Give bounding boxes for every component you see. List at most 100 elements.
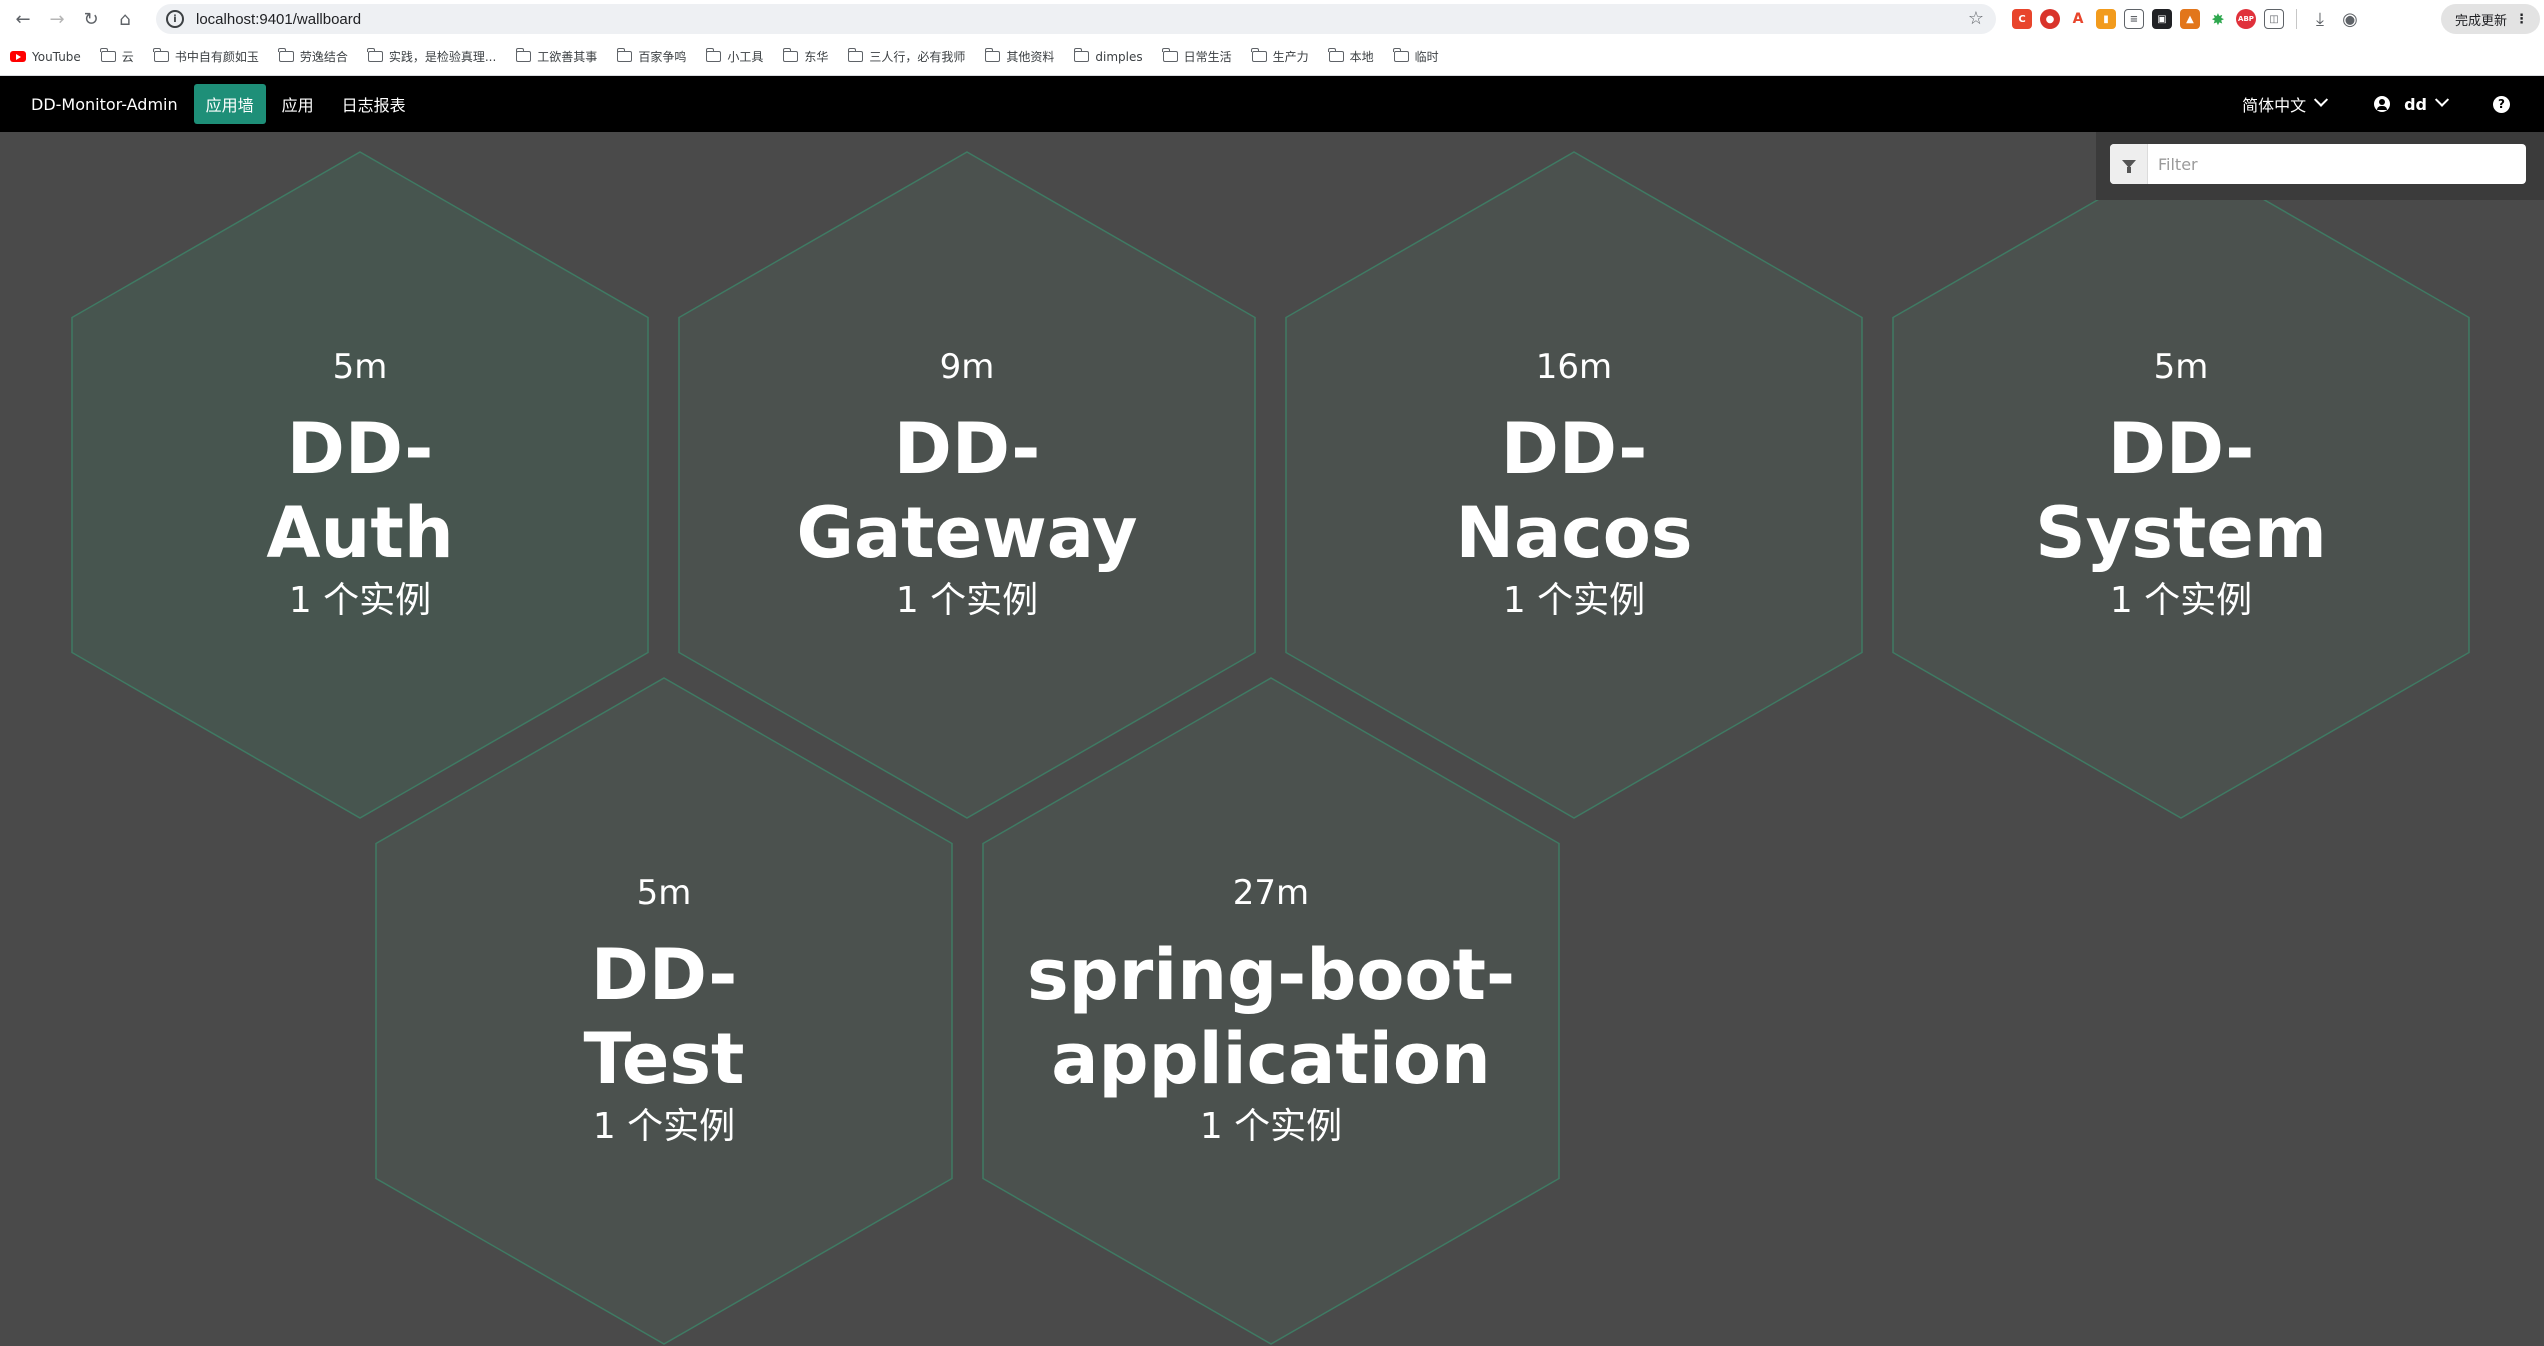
bookmark-item[interactable]: 实践，是检验真理... [367,48,497,65]
extension-black-icon[interactable]: ▣ [2152,9,2172,29]
extension-orange-icon[interactable]: ▮ [2096,9,2116,29]
profile-avatar-icon[interactable]: ◉ [2339,9,2361,30]
hexagon-content: 27m spring-boot-application 1 个实例 [981,676,1561,1346]
extension-outline-icon[interactable]: ≡ [2124,9,2144,29]
bookmark-label: 书中自有颜如玉 [174,50,259,64]
bookmark-label: YouTube [32,49,81,64]
bookmark-label: 劳逸结合 [299,50,348,64]
bookmark-item[interactable]: 云 [100,48,134,65]
app-name-line1: DD- [286,408,434,490]
bookmark-label: 云 [121,50,134,64]
app-name-line1: DD- [2107,408,2255,490]
bookmark-item[interactable]: 生产力 [1251,48,1309,65]
bookmark-star-icon[interactable]: ☆ [1968,8,1984,29]
bookmark-label: dimples [1095,49,1143,64]
bookmark-label: 临时 [1414,50,1439,64]
bookmark-item[interactable]: 百家争鸣 [616,48,686,65]
adblock-icon[interactable]: ABP [2236,9,2256,29]
app-instance-count: 1 个实例 [895,580,1039,621]
app-name-line2: Nacos [1455,492,1693,574]
user-circle-icon [2374,96,2391,112]
application-hexagon[interactable]: 5m DD- System 1 个实例 [1891,150,2471,820]
bookmark-item[interactable]: 工欲善其事 [515,48,598,65]
toolbar-separator [2296,9,2297,29]
nav-wallboard[interactable]: 应用墙 [193,84,266,124]
bookmark-item[interactable]: 临时 [1393,48,1439,65]
folder-icon [515,48,532,62]
filter-box [2110,144,2526,184]
bookmark-item[interactable]: 小工具 [705,48,763,65]
user-menu[interactable]: dd [2374,92,2450,114]
bookmark-item[interactable]: 本地 [1328,48,1374,65]
update-button-label: 完成更新 [2454,13,2507,29]
update-button[interactable]: 完成更新 ⋮ [2440,4,2540,34]
bookmark-label: 三人行，必有我师 [869,50,966,64]
extension-bug-icon[interactable]: ✸ [2208,9,2228,29]
bookmark-item[interactable]: 日常生活 [1162,48,1232,65]
bookmark-label: 实践，是检验真理... [388,50,497,64]
wallboard: 5m DD- Auth 1 个实例 9m DD- Gateway 1 个实例 16m DD- Nac… [0,132,2544,1346]
extension-c-icon[interactable]: C [2012,9,2032,29]
app-name-line2: Gateway [796,492,1138,574]
app-uptime: 5m [332,347,388,387]
hexagon-content: 5m DD- Test 1 个实例 [374,676,954,1346]
nav-applications[interactable]: 应用 [270,84,326,124]
question-circle-icon[interactable]: ? [2493,95,2510,113]
bookmark-label: 日常生活 [1183,50,1232,64]
language-select[interactable]: 简体中文 [2242,92,2329,116]
app-uptime: 27m [1232,873,1310,913]
folder-icon [705,48,722,62]
bookmark-item[interactable]: 东华 [782,48,829,65]
youtube-icon [10,51,26,62]
folder-icon [1073,48,1090,62]
extension-red-icon[interactable]: ● [2040,9,2060,29]
application-hexagon[interactable]: 5m DD- Test 1 个实例 [374,676,954,1346]
bookmark-item[interactable]: 其他资料 [984,48,1054,65]
address-bar[interactable]: i localhost:9401/wallboard ☆ [156,4,1996,34]
app-name-line1: DD- [1500,408,1648,490]
bookmark-label: 工欲善其事 [537,50,598,64]
app-navbar: DD-Monitor-Admin 应用墙 应用 日志报表 简体中文 dd ? [0,76,2544,132]
extensions-area: C ● A ▮ ≡ ▣ ▲ ✸ ABP ◫ ⤓ ◉ [2012,6,2361,32]
navbar-right: 简体中文 dd ? [2242,76,2544,132]
bookmark-label: 东华 [804,50,829,64]
bookmarks-bar: YouTube 云 书中自有颜如玉 劳逸结合 实践，是检验真理... 工欲善其事 百家争鸣 小… [0,38,2544,76]
download-icon[interactable]: ⤓ [2309,9,2331,30]
folder-icon [153,48,169,62]
app-instance-count: 1 个实例 [288,580,432,621]
url-text[interactable]: localhost:9401/wallboard [196,11,361,28]
bookmark-item[interactable]: 劳逸结合 [278,48,348,65]
brand-logo[interactable]: DD-Monitor-Admin [31,95,178,114]
application-hexagon[interactable]: 27m spring-boot-application 1 个实例 [981,676,1561,1346]
app-name-line2: System [2035,492,2327,574]
bookmark-item[interactable]: 书中自有颜如玉 [153,48,259,65]
app-instance-count: 1 个实例 [2109,580,2253,621]
site-info-icon[interactable]: i [166,10,184,28]
filter-input[interactable] [2156,146,2526,182]
app-instance-count: 1 个实例 [1502,580,1646,621]
app-name-line1: DD- [893,408,1041,490]
bookmark-label: 生产力 [1272,50,1309,64]
extensions-puzzle-icon[interactable]: ◫ [2264,9,2284,29]
bookmark-item[interactable]: 三人行，必有我师 [847,48,966,65]
filter-funnel-icon [2121,160,2136,173]
folder-icon [847,48,864,62]
forward-arrow-icon[interactable]: → [42,4,72,34]
home-icon[interactable]: ⌂ [110,4,140,34]
filter-panel [2096,132,2544,200]
folder-icon [782,48,799,62]
folder-icon [616,48,633,62]
app-uptime: 9m [939,347,995,387]
extension-a-icon[interactable]: A [2068,9,2088,29]
nav-log-reports[interactable]: 日志报表 [330,84,418,124]
app-instance-count: 1 个实例 [592,1106,736,1147]
reload-icon[interactable]: ↻ [76,4,106,34]
back-arrow-icon[interactable]: ← [8,4,38,34]
bookmark-label: 本地 [1349,50,1374,64]
app-name-line2: Test [583,1018,745,1100]
bookmark-item[interactable]: YouTube [10,50,81,64]
bookmark-item[interactable]: dimples [1073,48,1143,64]
app-instance-count: 1 个实例 [1199,1106,1343,1147]
folder-icon [1328,48,1344,62]
metamask-fox-icon[interactable]: ▲ [2180,9,2200,29]
